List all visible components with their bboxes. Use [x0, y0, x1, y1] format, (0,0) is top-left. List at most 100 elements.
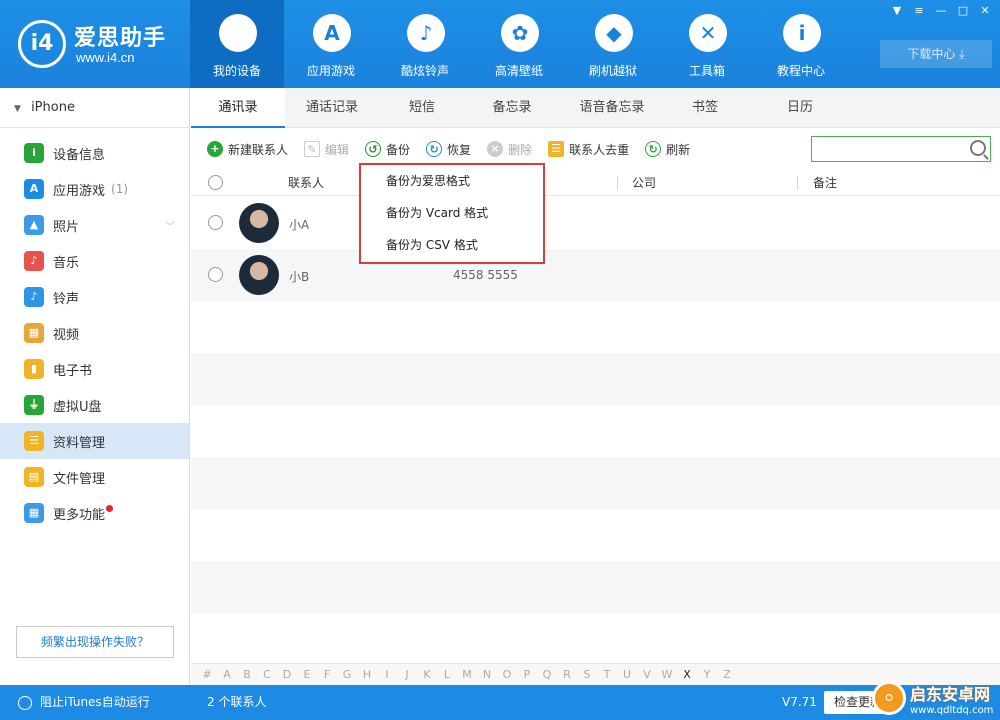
- nav-item-7[interactable]: i 教程中心: [754, 0, 848, 88]
- tab-2[interactable]: 通话记录: [285, 88, 379, 128]
- nav-item-1[interactable]: 我的设备: [190, 0, 284, 88]
- maximize-icon[interactable]: □: [952, 2, 974, 20]
- select-all-radio[interactable]: [208, 175, 223, 190]
- table-row[interactable]: 小A: [191, 197, 1000, 249]
- alphabet-letter[interactable]: B: [237, 668, 257, 681]
- nav-item-3[interactable]: ♪ 酷炫铃声: [378, 0, 472, 88]
- download-center-button[interactable]: 下载中心 ⤓: [880, 40, 992, 68]
- alphabet-letter[interactable]: M: [457, 668, 477, 681]
- tab-7[interactable]: 日历: [745, 88, 855, 128]
- table-row[interactable]: 小B 4558 5555: [191, 249, 1000, 301]
- avatar: [239, 255, 279, 295]
- alphabet-letter[interactable]: K: [417, 668, 437, 681]
- row-select-radio[interactable]: [208, 215, 223, 230]
- alphabet-letter[interactable]: S: [577, 668, 597, 681]
- new-contact-button[interactable]: + 新建联系人: [207, 141, 288, 158]
- tab-6[interactable]: 书签: [665, 88, 745, 128]
- sidebar-item-3[interactable]: ▲ 照片 ﹀: [0, 207, 189, 243]
- alphabet-letter[interactable]: I: [377, 668, 397, 681]
- backup-menu-item-2[interactable]: 备份为 Vcard 格式: [361, 197, 543, 229]
- alphabet-letter[interactable]: P: [517, 668, 537, 681]
- operation-failed-help-button[interactable]: 频繁出现操作失败？: [16, 626, 174, 658]
- sidebar-item-5[interactable]: ♪ 铃声: [0, 279, 189, 315]
- close-icon[interactable]: ✕: [974, 2, 996, 20]
- alphabet-letter[interactable]: N: [477, 668, 497, 681]
- block-itunes-toggle[interactable]: 阻止iTunes自动运行: [18, 685, 150, 720]
- alphabet-letter[interactable]: Q: [537, 668, 557, 681]
- delete-label: 删除: [508, 142, 533, 157]
- restore-button[interactable]: ↻ 恢复: [426, 141, 471, 158]
- nav-item-6[interactable]: ✕ 工具箱: [660, 0, 754, 88]
- sidebar-item-10[interactable]: ▤ 文件管理: [0, 459, 189, 495]
- sidebar-item-7[interactable]: ▮ 电子书: [0, 351, 189, 387]
- column-divider: [617, 176, 618, 190]
- alphabet-letter[interactable]: Y: [697, 668, 717, 681]
- itunes-block-icon: [18, 695, 32, 710]
- tab-4[interactable]: 备忘录: [465, 88, 559, 128]
- nav-item-2[interactable]: A 应用游戏: [284, 0, 378, 88]
- alphabet-letter[interactable]: #: [197, 668, 217, 681]
- alphabet-letter[interactable]: T: [597, 668, 617, 681]
- watermark-title: 启东安卓网: [910, 684, 991, 704]
- menu-icon[interactable]: ≡: [908, 2, 930, 20]
- delete-button[interactable]: × 删除: [487, 141, 532, 158]
- alphabet-letter[interactable]: H: [357, 668, 377, 681]
- sidebar-item-9[interactable]: ☰ 资料管理: [0, 423, 189, 459]
- alphabet-letter[interactable]: E: [297, 668, 317, 681]
- chevron-down-icon[interactable]: ﹀: [165, 218, 175, 233]
- minimize-icon[interactable]: —: [930, 2, 952, 20]
- contact-count: 2 个联系人: [207, 695, 267, 709]
- alphabet-letter[interactable]: R: [557, 668, 577, 681]
- grid-icon: ▦: [24, 503, 44, 523]
- plus-icon: +: [207, 141, 223, 157]
- dedupe-label: 联系人去重: [569, 142, 630, 157]
- sidebar-item-label: 照片: [53, 219, 80, 235]
- device-selector[interactable]: ▼ iPhone: [0, 88, 189, 128]
- alphabet-letter[interactable]: J: [397, 668, 417, 681]
- search-icon[interactable]: [970, 140, 986, 156]
- dedupe-icon: ☰: [548, 141, 565, 157]
- sidebar-item-1[interactable]: i 设备信息: [0, 135, 189, 171]
- nav-item-4[interactable]: ✿ 高清壁纸: [472, 0, 566, 88]
- alphabet-letter[interactable]: X: [677, 668, 697, 681]
- backup-menu-item-3[interactable]: 备份为 CSV 格式: [361, 229, 543, 261]
- alphabet-letter[interactable]: D: [277, 668, 297, 681]
- nav-label: 高清壁纸: [494, 64, 543, 78]
- alphabet-letter[interactable]: A: [217, 668, 237, 681]
- tab-1[interactable]: 通讯录: [191, 88, 285, 128]
- alphabet-letter[interactable]: C: [257, 668, 277, 681]
- backup-button[interactable]: ↺ 备份: [365, 141, 410, 158]
- alphabet-letter[interactable]: F: [317, 668, 337, 681]
- alphabet-letter[interactable]: V: [637, 668, 657, 681]
- sidebar-item-label: 更多功能: [53, 507, 106, 523]
- refresh-button[interactable]: ↻ 刷新: [645, 141, 690, 158]
- sidebar-item-2[interactable]: A 应用游戏 (1): [0, 171, 189, 207]
- alphabet-letter[interactable]: G: [337, 668, 357, 681]
- search-input[interactable]: [811, 136, 991, 162]
- sidebar-item-6[interactable]: ▦ 视频: [0, 315, 189, 351]
- contact-phone: 4558 5555: [453, 268, 518, 282]
- row-select-radio[interactable]: [208, 267, 223, 282]
- sidebar-item-label: 设备信息: [53, 147, 106, 163]
- alphabet-letter[interactable]: L: [437, 668, 457, 681]
- dedupe-contacts-button[interactable]: ☰ 联系人去重: [548, 141, 629, 158]
- alphabet-letter[interactable]: O: [497, 668, 517, 681]
- app-count: (1): [111, 182, 129, 196]
- alphabet-letter[interactable]: U: [617, 668, 637, 681]
- backup-menu-item-1[interactable]: 备份为爱思格式: [361, 165, 543, 197]
- tab-5[interactable]: 语音备忘录: [559, 88, 665, 128]
- sidebar-item-11[interactable]: ▦ 更多功能: [0, 495, 189, 531]
- edit-button[interactable]: ✎ 编辑: [304, 141, 349, 158]
- table-row: [191, 561, 1000, 613]
- shirt-icon[interactable]: ▼: [886, 2, 908, 20]
- tab-3[interactable]: 短信: [379, 88, 465, 128]
- avatar: [239, 203, 279, 243]
- sidebar-item-8[interactable]: ⏚ 虚拟U盘: [0, 387, 189, 423]
- sidebar-item-label: 文件管理: [53, 471, 106, 487]
- nav-item-5[interactable]: ◆ 刷机越狱: [566, 0, 660, 88]
- version-label: V7.71: [782, 695, 817, 709]
- alphabet-letter[interactable]: Z: [717, 668, 737, 681]
- alphabet-letter[interactable]: W: [657, 668, 677, 681]
- sidebar-item-4[interactable]: ♪ 音乐: [0, 243, 189, 279]
- nav-label: 应用游戏: [306, 64, 355, 78]
